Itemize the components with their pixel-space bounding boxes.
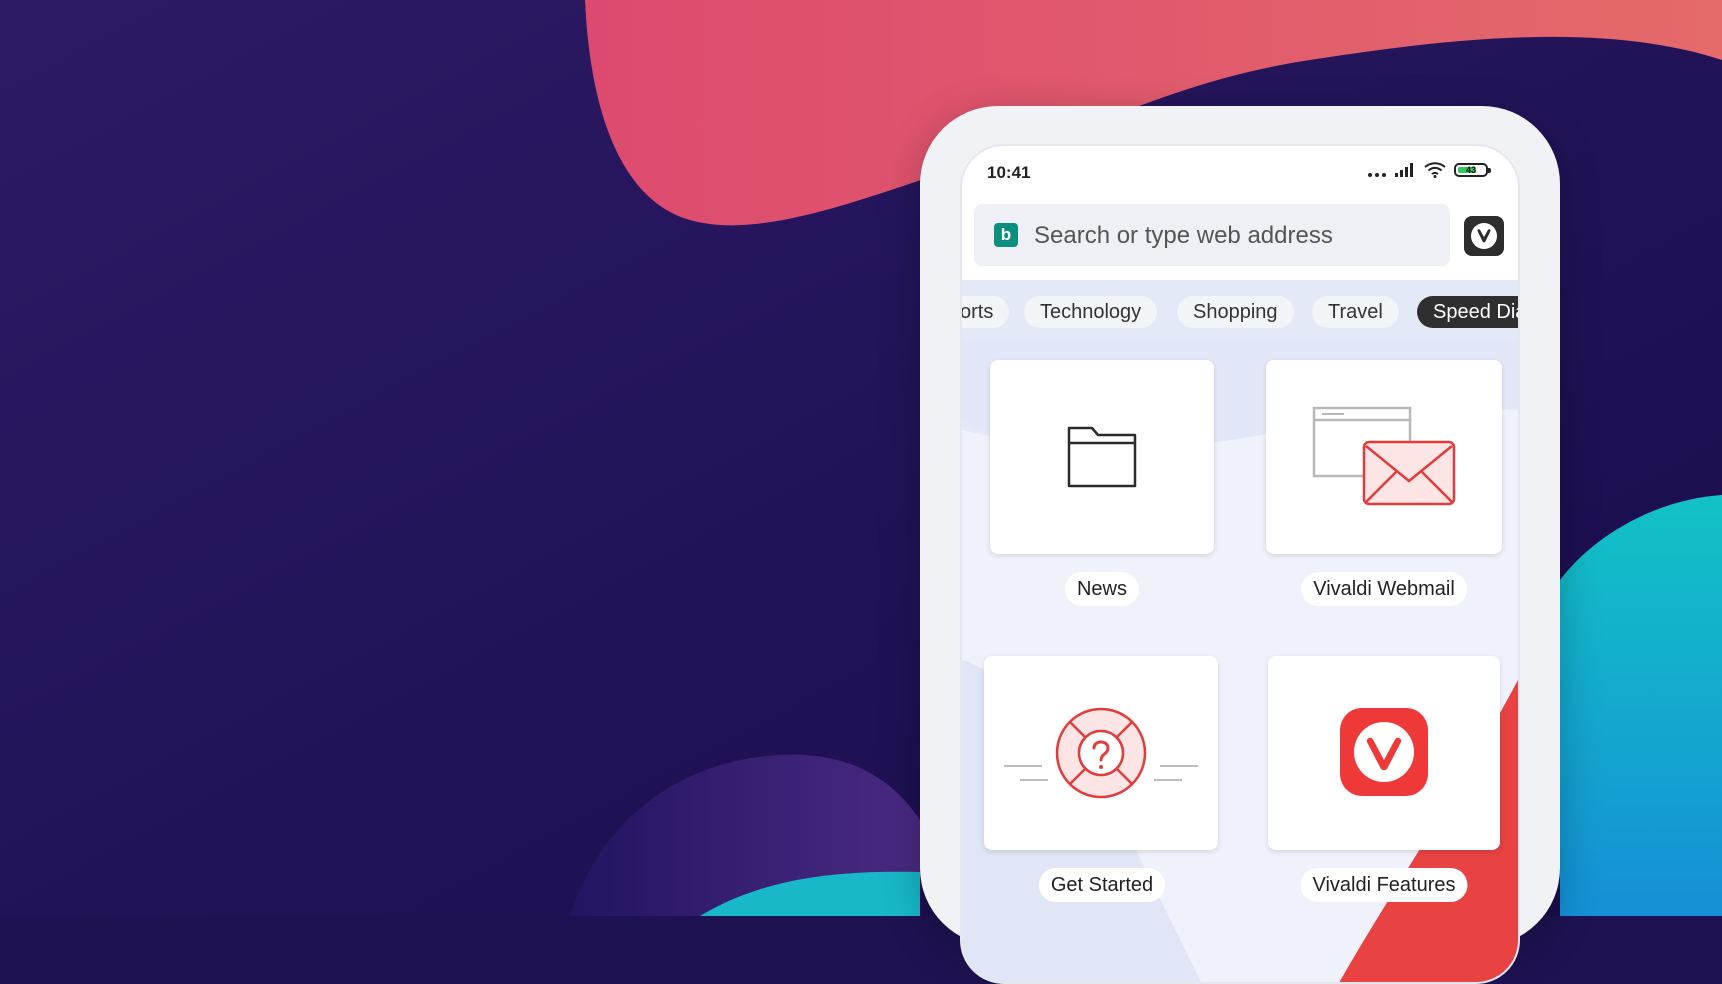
- folder-icon: [1067, 426, 1137, 488]
- lifebuoy-question-icon: [1004, 707, 1198, 799]
- phone-screen: 10:41 43 b Search or type web address or…: [960, 144, 1520, 984]
- speed-dial-news[interactable]: [990, 360, 1214, 554]
- vivaldi-menu-button[interactable]: [1464, 216, 1504, 256]
- webmail-envelope-icon: [1312, 406, 1456, 506]
- status-icons: 43: [1368, 162, 1491, 178]
- phone-frame: 10:41 43 b Search or type web address or…: [920, 106, 1560, 984]
- vivaldi-logo-icon: [1340, 708, 1428, 796]
- vivaldi-logo-icon: [1471, 223, 1497, 249]
- battery-percentage: 43: [1465, 165, 1476, 175]
- category-tabs: orts Technology Shopping Travel Speed Di…: [962, 296, 1518, 332]
- speed-dial-vivaldi-features[interactable]: [1268, 656, 1500, 850]
- address-input-placeholder[interactable]: Search or type web address: [1034, 222, 1333, 250]
- tab-technology[interactable]: Technology: [1024, 296, 1158, 328]
- speed-dial-vivaldi-webmail-label[interactable]: Vivaldi Webmail: [1301, 572, 1467, 606]
- speed-dial-news-label[interactable]: News: [1064, 572, 1140, 606]
- speed-dial-vivaldi-features-label[interactable]: Vivaldi Features: [1300, 868, 1468, 902]
- address-bar[interactable]: b Search or type web address: [974, 204, 1450, 266]
- speed-dial-get-started[interactable]: [984, 656, 1218, 850]
- status-bar: 10:41 43: [962, 146, 1518, 196]
- speed-dial-vivaldi-webmail[interactable]: [1266, 360, 1502, 554]
- speed-dial-get-started-label[interactable]: Get Started: [1038, 868, 1166, 902]
- signal-icon: [1395, 163, 1413, 177]
- wifi-icon: [1424, 162, 1446, 178]
- speed-dial-area: orts Technology Shopping Travel Speed Di…: [962, 280, 1518, 982]
- status-time: 10:41: [987, 163, 1031, 182]
- tab-shopping[interactable]: Shopping: [1177, 296, 1294, 328]
- battery-icon: 43: [1454, 163, 1491, 177]
- more-dots-icon: [1368, 163, 1386, 177]
- tab-travel[interactable]: Travel: [1312, 296, 1399, 328]
- tab-speed-dial[interactable]: Speed Dia: [1417, 296, 1518, 328]
- bing-icon[interactable]: b: [994, 223, 1018, 247]
- tab-sports[interactable]: orts: [962, 296, 1010, 328]
